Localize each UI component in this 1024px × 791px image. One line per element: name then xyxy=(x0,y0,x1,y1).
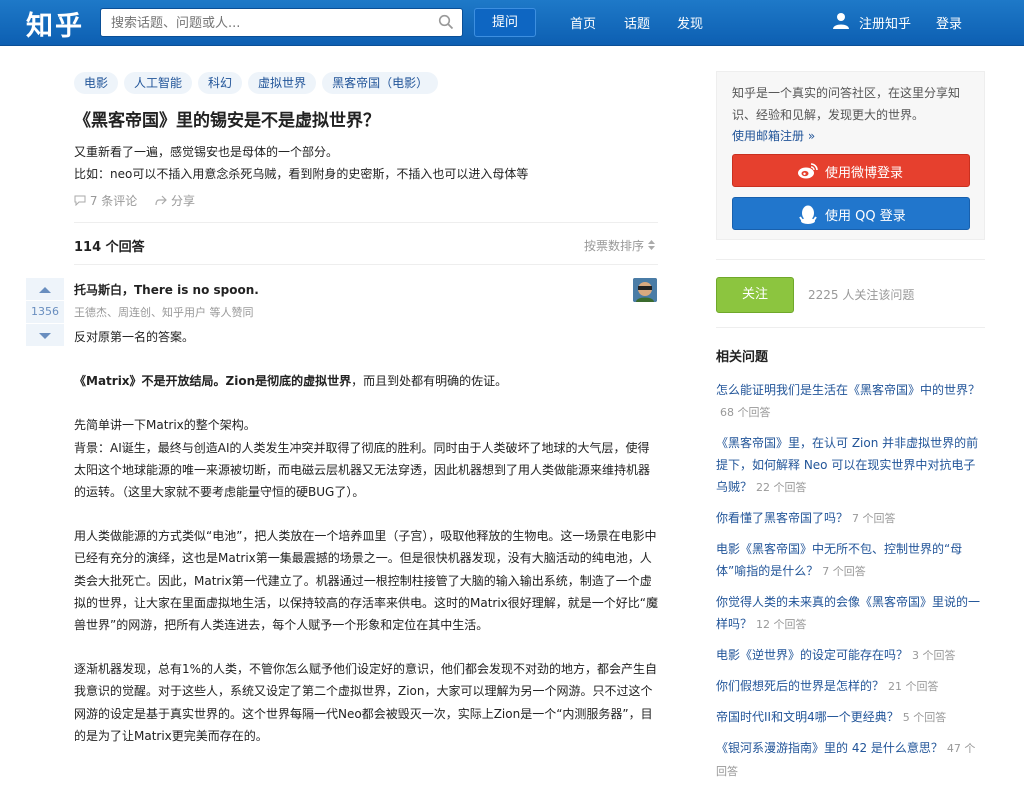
related-question-link[interactable]: 你看懂了黑客帝国了吗？ xyxy=(716,511,848,525)
weibo-login-label: 使用微博登录 xyxy=(825,166,904,181)
answer-paragraph: 反对原第一名的答案。 xyxy=(74,330,195,344)
related-question: 电影《逆世界》的设定可能存在吗？ 3 个回答 xyxy=(716,644,986,667)
avatar-image xyxy=(633,278,657,302)
search-icon[interactable] xyxy=(438,14,454,30)
search-input[interactable] xyxy=(109,9,433,37)
question-title: 《黑客帝国》里的锡安是不是虚拟世界？ xyxy=(74,111,380,131)
comments-link[interactable]: 7 条评论 xyxy=(74,194,141,208)
related-question: 《银河系漫游指南》里的 42 是什么意思？ 47 个回答 xyxy=(716,737,986,783)
answer-paragraph: 先简单讲一下Matrix的整个架构。背景：AI诞生，最终与创造AI的人类发生冲突… xyxy=(74,414,660,503)
related-answer-count: 22 个回答 xyxy=(756,481,807,494)
related-answer-count: 7 个回答 xyxy=(822,565,866,578)
downvote-button[interactable] xyxy=(26,324,64,346)
related-answer-count: 3 个回答 xyxy=(912,649,956,662)
answer-text: 先简单讲一下Matrix的整个架构。 xyxy=(74,418,256,433)
answer-body: 反对原第一名的答案。 《Matrix》不是开放结局。Zion是彻底的虚拟世界，而… xyxy=(74,326,660,769)
email-register-link[interactable]: 使用邮箱注册 » xyxy=(732,127,815,144)
topic-tags: 电影 人工智能 科幻 虚拟世界 黑客帝国（电影） xyxy=(74,72,444,94)
answer-author[interactable]: 托马斯白，There is no spoon. xyxy=(74,281,259,298)
share-icon xyxy=(155,195,167,206)
topic-tag[interactable]: 科幻 xyxy=(198,72,243,94)
site-intro: 知乎是一个真实的问答社区，在这里分享知识、经验和见解，发现更大的世界。 xyxy=(732,86,961,122)
share-link[interactable]: 分享 xyxy=(155,194,195,208)
comment-icon xyxy=(74,195,86,207)
zhihu-logo[interactable]: 知乎 xyxy=(26,4,84,43)
sort-label: 按票数排序 xyxy=(584,239,645,253)
answer-paragraph: 用人类做能源的方式类似“电池”，把人类放在一个培养皿里（子宫），吸取他释放的生物… xyxy=(74,529,659,633)
sort-arrows-icon xyxy=(647,240,655,250)
signup-box: 知乎是一个真实的问答社区，在这里分享知识、经验和见解，发现更大的世界。 使用邮箱… xyxy=(716,71,985,240)
register-link[interactable]: 注册知乎 xyxy=(859,13,911,32)
related-questions-list: 怎么能证明我们是生活在《黑客帝国》中的世界？ 68 个回答 《黑客帝国》里，在认可… xyxy=(716,379,986,791)
search-box xyxy=(100,8,463,37)
share-label: 分享 xyxy=(170,194,195,208)
answer-count: 114 个回答 xyxy=(74,240,145,255)
related-question-link[interactable]: 怎么能证明我们是生活在《黑客帝国》中的世界？ xyxy=(716,383,980,397)
answer-text: ，而且到处都有明确的佐证。 xyxy=(351,374,508,389)
user-icon xyxy=(833,13,849,29)
answer-bold-text: 《Matrix》不是开放结局。Zion是彻底的虚拟世界 xyxy=(74,374,352,389)
vote-widget: 1356 xyxy=(26,278,64,346)
related-answer-count: 12 个回答 xyxy=(756,618,807,631)
related-question: 电影《黑客帝国》中无所不包、控制世界的“母体”喻指的是什么？ 7 个回答 xyxy=(716,538,986,583)
sort-dropdown[interactable]: 按票数排序 xyxy=(584,237,655,254)
nav-home[interactable]: 首页 xyxy=(570,13,596,32)
divider xyxy=(74,222,658,223)
arrow-down-icon xyxy=(39,333,51,339)
related-question: 《黑客帝国》里，在认可 Zion 并非虚拟世界的前提下，如何解释 Neo 可以在… xyxy=(716,432,986,499)
related-question-link[interactable]: 你们假想死后的世界是怎样的？ xyxy=(716,679,884,693)
qq-login-button[interactable]: 使用 QQ 登录 xyxy=(732,197,970,230)
question-description-line: 又重新看了一遍，感觉锡安也是母体的一个部分。 xyxy=(74,145,339,159)
topic-tag[interactable]: 黑客帝国（电影） xyxy=(322,72,439,94)
related-questions-title: 相关问题 xyxy=(716,350,769,365)
divider xyxy=(716,327,985,328)
weibo-login-button[interactable]: 使用微博登录 xyxy=(732,154,970,187)
related-answer-count: 7 个回答 xyxy=(852,512,896,525)
related-question-link[interactable]: 《银河系漫游指南》里的 42 是什么意思？ xyxy=(716,741,943,755)
login-link[interactable]: 登录 xyxy=(936,13,962,32)
vote-count: 1356 xyxy=(26,301,64,323)
answer-paragraph: 逐渐机器发现，总有1%的人类，不管你怎么赋予他们设定好的意识，他们都会发现不对劲… xyxy=(74,662,658,743)
top-bar: 知乎 提问 首页 话题 发现 注册知乎 登录 xyxy=(0,0,1024,46)
qq-icon xyxy=(799,205,817,224)
answer-paragraph: 《Matrix》不是开放结局。Zion是彻底的虚拟世界，而且到处都有明确的佐证。 xyxy=(74,370,660,392)
weibo-icon xyxy=(798,163,818,179)
question-meta: 7 条评论 分享 xyxy=(74,192,209,209)
qq-login-label: 使用 QQ 登录 xyxy=(825,209,906,224)
arrow-up-icon xyxy=(39,287,51,293)
answer-voters[interactable]: 王德杰、周连创、知乎用户 等人赞同 xyxy=(74,304,254,320)
upvote-button[interactable] xyxy=(26,278,64,300)
divider xyxy=(74,264,658,265)
related-answer-count: 5 个回答 xyxy=(902,711,947,724)
question-description: 又重新看了一遍，感觉锡安也是母体的一个部分。 比如：neo可以不插入用意念杀死乌… xyxy=(74,141,674,185)
related-question-link[interactable]: 电影《逆世界》的设定可能存在吗？ xyxy=(716,648,908,662)
related-question: 帝国时代II和文明4哪一个更经典？ 5 个回答 xyxy=(716,706,986,729)
related-question: 你们假想死后的世界是怎样的？ 21 个回答 xyxy=(716,675,986,698)
related-question-link[interactable]: 帝国时代II和文明4哪一个更经典？ xyxy=(716,710,899,724)
followers-count: 2225 人关注该问题 xyxy=(808,288,915,302)
related-question: 你看懂了黑客帝国了吗？ 7 个回答 xyxy=(716,507,986,530)
topic-tag[interactable]: 电影 xyxy=(74,72,119,94)
related-answer-count: 21 个回答 xyxy=(888,680,939,693)
related-answer-count: 68 个回答 xyxy=(720,406,771,419)
related-question: 你觉得人类的未来真的会像《黑客帝国》里说的一样吗？ 12 个回答 xyxy=(716,591,986,636)
topic-tag[interactable]: 虚拟世界 xyxy=(248,72,317,94)
ask-question-button[interactable]: 提问 xyxy=(474,8,536,37)
topic-tag[interactable]: 人工智能 xyxy=(124,72,193,94)
follow-question-button[interactable]: 关注 xyxy=(716,277,794,313)
nav-explore[interactable]: 发现 xyxy=(677,13,703,32)
author-avatar[interactable] xyxy=(633,278,657,302)
question-description-line: 比如：neo可以不插入用意念杀死乌贼，看到附身的史密斯，不插入也可以进入母体等 xyxy=(74,167,529,181)
nav-topics[interactable]: 话题 xyxy=(624,13,650,32)
answer-text: 背景：AI诞生，最终与创造AI的人类发生冲突并取得了彻底的胜利。同时由于人类破坏… xyxy=(74,440,651,500)
comments-label: 7 条评论 xyxy=(89,194,138,208)
related-question: 怎么能证明我们是生活在《黑客帝国》中的世界？ 68 个回答 xyxy=(716,379,986,424)
divider xyxy=(716,259,985,260)
